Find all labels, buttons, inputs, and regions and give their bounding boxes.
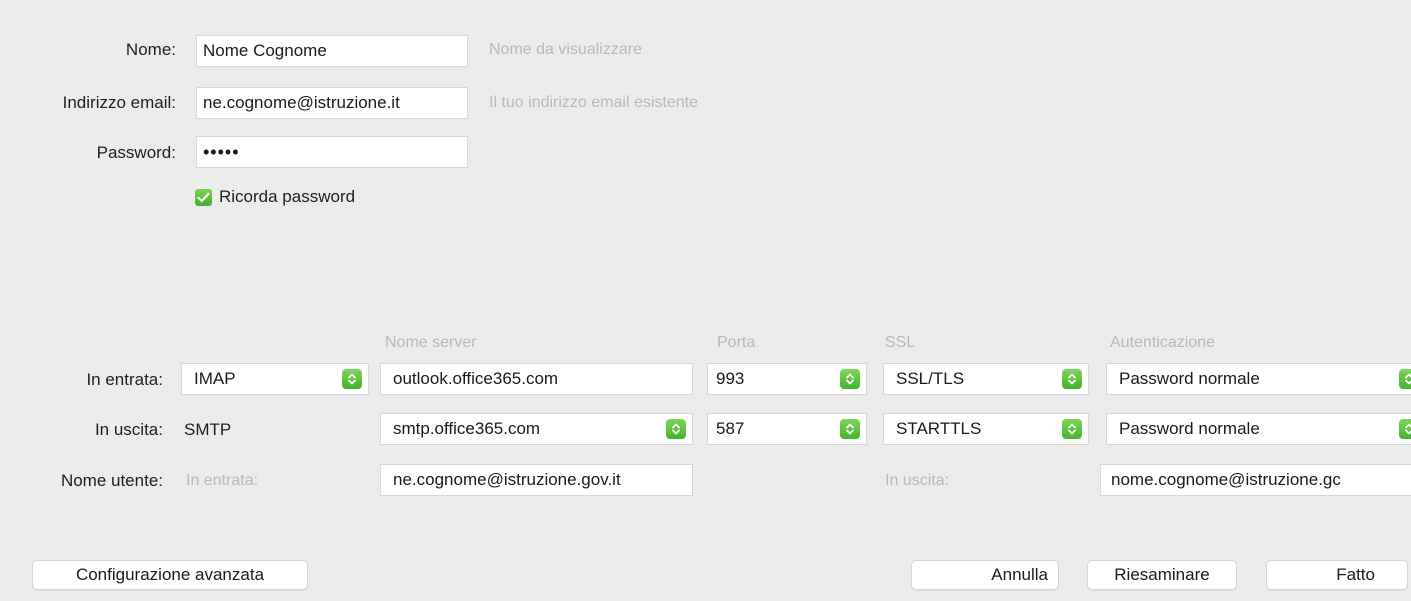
- name-field[interactable]: Nome Cognome: [196, 35, 468, 67]
- stepper-icon: [1399, 369, 1411, 389]
- stepper-icon: [1062, 369, 1082, 389]
- checkmark-icon: [197, 192, 210, 203]
- outgoing-port-select[interactable]: 587: [707, 413, 867, 445]
- outgoing-ssl-value: STARTTLS: [896, 419, 982, 438]
- stepper-icon: [1399, 419, 1411, 439]
- incoming-port-select[interactable]: 993: [707, 363, 867, 395]
- stepper-icon: [342, 369, 362, 389]
- header-port: Porta: [717, 334, 756, 351]
- email-field[interactable]: ne.cognome@istruzione.it: [196, 87, 468, 119]
- name-label: Nome:: [125, 40, 176, 59]
- outgoing-port-value: 587: [716, 419, 745, 438]
- header-ssl: SSL: [885, 334, 916, 351]
- password-label: Password:: [96, 143, 176, 162]
- incoming-ssl-select[interactable]: SSL/TLS: [883, 363, 1089, 395]
- outgoing-server-value: smtp.office365.com: [393, 419, 541, 438]
- retest-button[interactable]: Riesaminare: [1087, 560, 1237, 590]
- done-button[interactable]: Fatto: [1266, 560, 1408, 590]
- incoming-ssl-value: SSL/TLS: [896, 369, 965, 388]
- remember-password-checkbox[interactable]: [195, 189, 212, 206]
- outgoing-server-select[interactable]: smtp.office365.com: [380, 413, 693, 445]
- advanced-config-button[interactable]: Configurazione avanzata: [32, 560, 308, 590]
- remember-password-label: Ricorda password: [219, 187, 356, 206]
- header-server: Nome server: [385, 334, 477, 351]
- incoming-label: In entrata:: [86, 370, 163, 389]
- incoming-auth-select[interactable]: Password normale: [1106, 363, 1411, 395]
- incoming-protocol-value: IMAP: [194, 369, 236, 388]
- outgoing-auth-value: Password normale: [1119, 419, 1260, 438]
- outgoing-auth-select[interactable]: Password normale: [1106, 413, 1411, 445]
- username-incoming-label: In entrata:: [186, 472, 259, 489]
- header-auth: Autenticazione: [1110, 334, 1215, 351]
- username-outgoing-label: In uscita:: [885, 472, 950, 489]
- email-label: Indirizzo email:: [62, 93, 176, 112]
- stepper-icon: [840, 369, 860, 389]
- outgoing-ssl-select[interactable]: STARTTLS: [883, 413, 1089, 445]
- email-hint: Il tuo indirizzo email esistente: [489, 94, 698, 111]
- cancel-button[interactable]: Annulla: [911, 560, 1059, 590]
- incoming-port-value: 993: [716, 369, 745, 388]
- incoming-auth-value: Password normale: [1119, 369, 1260, 388]
- outgoing-protocol: SMTP: [184, 420, 232, 439]
- username-label: Nome utente:: [60, 471, 163, 490]
- incoming-protocol-select[interactable]: IMAP: [181, 363, 369, 395]
- username-incoming-field[interactable]: ne.cognome@istruzione.gov.it: [380, 464, 693, 496]
- outgoing-label: In uscita:: [94, 420, 163, 439]
- stepper-icon: [666, 419, 686, 439]
- stepper-icon: [1062, 419, 1082, 439]
- name-hint: Nome da visualizzare: [489, 41, 642, 58]
- password-field[interactable]: •••••: [196, 136, 468, 168]
- username-outgoing-field[interactable]: nome.cognome@istruzione.gc: [1100, 464, 1411, 496]
- stepper-icon: [840, 419, 860, 439]
- incoming-server-field[interactable]: outlook.office365.com: [380, 363, 693, 395]
